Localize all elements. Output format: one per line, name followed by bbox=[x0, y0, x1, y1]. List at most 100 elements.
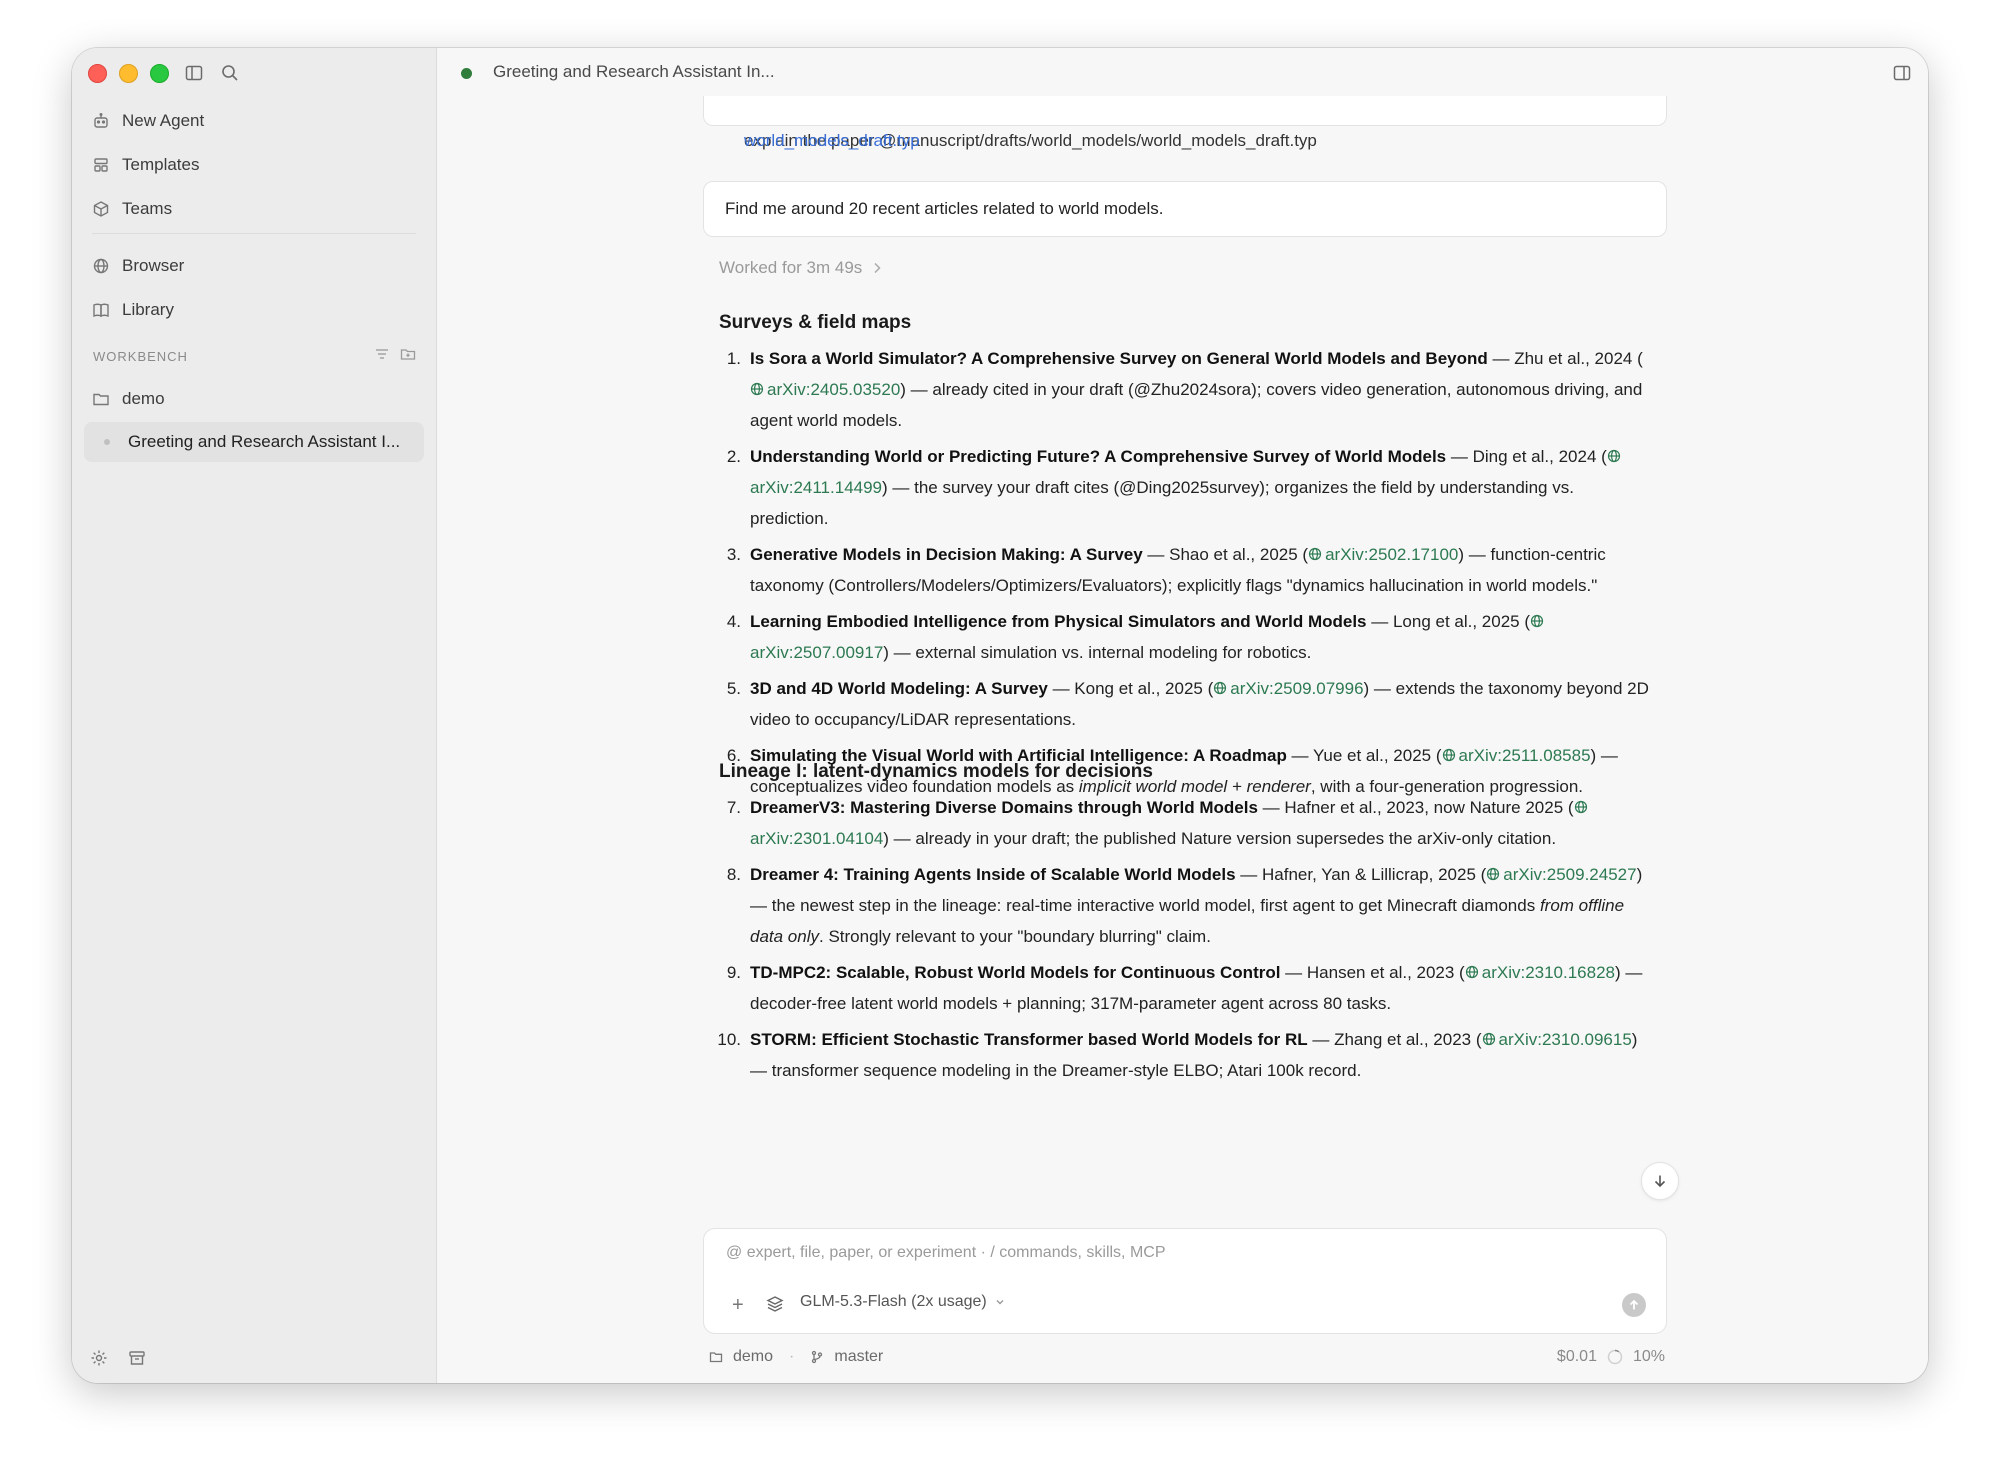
article-list: 1. Is Sora a World Simulator? A Comprehen… bbox=[703, 343, 1649, 807]
sidebar: New Agent Templates Teams Browser Librar… bbox=[72, 48, 437, 1383]
article-title: TD-MPC2: Scalable, Robust World Models f… bbox=[750, 963, 1281, 982]
folder-label: demo bbox=[122, 389, 165, 408]
layers-icon[interactable] bbox=[766, 1295, 784, 1313]
footer-separator: · bbox=[789, 1348, 795, 1365]
arrow-down-icon bbox=[1654, 1175, 1666, 1188]
arxiv-id: arXiv:2301.04104 bbox=[750, 829, 884, 848]
article-note: ) — external simulation vs. internal mod… bbox=[883, 643, 1312, 662]
worked-duration-label: Worked for 3m 49s bbox=[719, 258, 863, 277]
arxiv-id: arXiv:2502.17100 bbox=[1325, 545, 1459, 564]
arxiv-id: arXiv:2507.00917 bbox=[750, 643, 884, 662]
article-authors: — Long et al., 2025 ( bbox=[1366, 612, 1531, 631]
arxiv-link[interactable]: arXiv:2509.07996 bbox=[1213, 679, 1364, 698]
item-number: 3. bbox=[726, 545, 741, 564]
article-item: 8. Dreamer 4: Training Agents Inside of S… bbox=[703, 859, 1649, 952]
arxiv-link[interactable]: arXiv:2310.16828 bbox=[1465, 963, 1615, 982]
sidebar-item-label: Templates bbox=[122, 155, 200, 174]
globe-icon bbox=[1486, 867, 1500, 881]
globe-icon bbox=[1574, 800, 1588, 814]
sidebar-item-templates[interactable]: Templates bbox=[92, 149, 199, 181]
arxiv-link[interactable]: arXiv:2310.09615 bbox=[1482, 1030, 1632, 1049]
sidebar-item-label: Browser bbox=[122, 256, 185, 275]
sidebar-divider bbox=[92, 233, 416, 234]
article-note: ) — already in your draft; the published… bbox=[883, 829, 1557, 848]
file-reference-link[interactable]: world_models_draft.typ bbox=[744, 131, 920, 151]
model-selector[interactable]: GLM-5.3-Flash (2x usage) bbox=[800, 1293, 1005, 1311]
article-authors: — Yue et al., 2025 ( bbox=[1286, 746, 1442, 765]
arrow-up-icon bbox=[1629, 1299, 1639, 1310]
workspace-folder[interactable]: demo bbox=[733, 1348, 773, 1366]
chat-transcript[interactable]: explain the paper @manuscript/drafts/wor… bbox=[703, 96, 1667, 1274]
article-authors: — Hansen et al., 2023 ( bbox=[1280, 963, 1465, 982]
session-cost: $0.01 bbox=[1556, 1348, 1597, 1365]
right-panel-toggle-icon[interactable] bbox=[1892, 63, 1912, 83]
sidebar-item-browser[interactable]: Browser bbox=[92, 250, 184, 282]
globe-icon bbox=[1465, 965, 1479, 979]
folder-icon bbox=[709, 1352, 723, 1363]
sidebar-item-teams[interactable]: Teams bbox=[92, 193, 172, 225]
arxiv-id: arXiv:2509.07996 bbox=[1230, 679, 1364, 698]
send-button[interactable] bbox=[1622, 1293, 1646, 1317]
worked-duration-toggle[interactable]: Worked for 3m 49s bbox=[719, 258, 882, 278]
arxiv-id: arXiv:2509.24527 bbox=[1503, 865, 1637, 884]
app-window: New Agent Templates Teams Browser Librar… bbox=[72, 48, 1928, 1383]
arxiv-link[interactable]: arXiv:2511.08585 bbox=[1442, 746, 1591, 765]
conversation-title: Greeting and Research Assistant In... bbox=[493, 62, 775, 81]
arxiv-link[interactable]: arXiv:2405.03520 bbox=[750, 380, 900, 399]
article-item: 7. DreamerV3: Mastering Diverse Domains t… bbox=[703, 792, 1649, 854]
thread-title: Greeting and Research Assistant I... bbox=[128, 432, 401, 451]
status-footer: demo · master $0.01 10% bbox=[709, 1348, 1665, 1372]
minimize-window-button[interactable] bbox=[119, 64, 138, 83]
arxiv-id: arXiv:2310.16828 bbox=[1481, 963, 1616, 982]
article-item: 2. Understanding World or Predicting Futu… bbox=[703, 441, 1649, 534]
sidebar-item-library[interactable]: Library bbox=[92, 294, 174, 326]
title-bar: Greeting and Research Assistant In... bbox=[437, 48, 1928, 96]
item-number: 10. bbox=[717, 1030, 741, 1049]
agent-status-dot bbox=[461, 68, 472, 79]
article-item: 4. Learning Embodied Intelligence from Ph… bbox=[703, 606, 1649, 668]
close-window-button[interactable] bbox=[88, 64, 107, 83]
sidebar-item-label: Library bbox=[122, 300, 174, 319]
archive-icon[interactable] bbox=[128, 1349, 146, 1367]
add-attachment-button[interactable]: + bbox=[732, 1295, 744, 1315]
article-title: Learning Embodied Intelligence from Phys… bbox=[750, 612, 1367, 631]
filter-icon[interactable] bbox=[374, 346, 390, 362]
sidebar-item-new-agent[interactable]: New Agent bbox=[92, 105, 204, 137]
main-pane: Greeting and Research Assistant In... ex… bbox=[437, 48, 1928, 1383]
arxiv-id: arXiv:2411.14499 bbox=[750, 478, 883, 497]
user-message-text: Find me around 20 recent articles relate… bbox=[725, 199, 1164, 218]
scroll-to-bottom-button[interactable] bbox=[1641, 1162, 1679, 1200]
folder-icon bbox=[93, 393, 109, 406]
sidebar-toggle-icon[interactable] bbox=[184, 63, 204, 83]
message-input[interactable] bbox=[724, 1243, 1628, 1263]
item-number: 1. bbox=[726, 349, 741, 368]
arxiv-link[interactable]: arXiv:2502.17100 bbox=[1308, 545, 1458, 564]
search-icon[interactable] bbox=[220, 63, 240, 83]
item-number: 4. bbox=[726, 612, 741, 631]
book-icon bbox=[93, 303, 109, 318]
thread-item-active[interactable]: Greeting and Research Assistant I... bbox=[84, 422, 424, 462]
globe-icon bbox=[1607, 449, 1621, 463]
cube-icon bbox=[93, 201, 109, 217]
arxiv-link[interactable]: arXiv:2509.24527 bbox=[1486, 865, 1637, 884]
globe-icon bbox=[1308, 547, 1322, 561]
article-item: 5. 3D and 4D World Modeling: A Survey — K… bbox=[703, 673, 1649, 735]
article-authors: — Hafner et al., 2023, now Nature 2025 ( bbox=[1257, 798, 1574, 817]
article-authors: — Hafner, Yan & Lillicrap, 2025 ( bbox=[1235, 865, 1487, 884]
workbench-folder-demo[interactable]: demo bbox=[92, 384, 165, 414]
git-branch[interactable]: master bbox=[834, 1348, 883, 1366]
sidebar-item-label: Teams bbox=[122, 199, 173, 218]
globe-icon bbox=[93, 258, 109, 274]
new-folder-icon[interactable] bbox=[400, 346, 416, 362]
article-list: 7. DreamerV3: Mastering Diverse Domains t… bbox=[703, 792, 1649, 1091]
zoom-window-button[interactable] bbox=[150, 64, 169, 83]
globe-icon bbox=[1442, 748, 1456, 762]
robot-icon bbox=[94, 113, 108, 128]
article-authors: — Kong et al., 2025 ( bbox=[1047, 679, 1214, 698]
sidebar-item-label: New Agent bbox=[122, 111, 205, 130]
settings-gear-icon[interactable] bbox=[90, 1349, 108, 1367]
window-controls bbox=[88, 64, 169, 83]
templates-icon bbox=[94, 158, 108, 172]
article-authors: — Shao et al., 2025 ( bbox=[1142, 545, 1309, 564]
section-heading: Lineage I: latent-dynamics models for de… bbox=[719, 761, 1153, 782]
